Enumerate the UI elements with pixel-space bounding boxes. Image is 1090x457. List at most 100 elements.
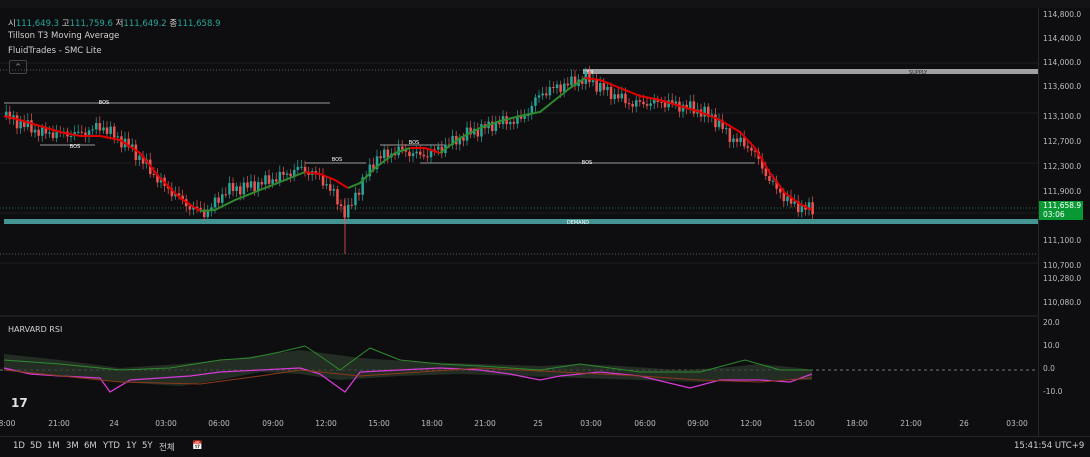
candle-body: [588, 71, 591, 83]
candle-body: [347, 204, 350, 218]
candle-body: [253, 181, 256, 192]
candle-body: [217, 197, 220, 203]
candle-body: [606, 86, 609, 91]
candle-body: [415, 151, 418, 154]
chart-area[interactable]: SUPPLY POI DEMAND BOS BOS BOS BOS BOS: [0, 8, 1038, 436]
price-axis-label: 113,600.0: [1043, 82, 1082, 91]
price-axis-label: 111,100.0: [1043, 236, 1082, 245]
candle-body: [271, 179, 274, 184]
candle-body: [199, 208, 202, 210]
bos-label: BOS: [582, 160, 592, 166]
candle-body: [437, 146, 440, 150]
rsi-title[interactable]: HARVARD RSI: [8, 325, 62, 334]
candle-body: [357, 192, 361, 195]
candle-body: [329, 184, 332, 191]
bos-lines: [4, 102, 755, 164]
clock[interactable]: 15:41:54 UTC+9: [1014, 441, 1084, 451]
candle-body: [595, 80, 598, 92]
candle-body: [627, 103, 631, 105]
candle-body: [631, 103, 634, 107]
time-axis-label: 18:00: [846, 419, 868, 428]
candle-body: [109, 126, 112, 134]
supply-label: SUPPLY: [909, 70, 928, 76]
range-button-1m[interactable]: 1M: [47, 441, 60, 451]
range-button-5y[interactable]: 5Y: [142, 441, 153, 451]
candle-body: [242, 182, 246, 195]
candle-body: [134, 144, 138, 160]
candle-body: [523, 116, 526, 119]
candle-body: [494, 122, 498, 132]
candle-body: [401, 146, 404, 150]
tradingview-logo-icon[interactable]: 17: [11, 396, 28, 410]
price-axis-label: 114,400.0: [1043, 34, 1082, 43]
collapse-legend-button[interactable]: ^: [9, 60, 27, 74]
candle-body: [116, 136, 120, 138]
price-axis-label: 110,280.0: [1043, 274, 1082, 283]
candle-body: [566, 83, 570, 86]
candle-body: [77, 131, 80, 133]
candle-body: [383, 149, 386, 159]
candle-body: [768, 175, 771, 182]
time-axis-label: 03:00: [580, 419, 602, 428]
time-axis-label: 15:00: [368, 419, 390, 428]
demand-label: DEMAND: [567, 220, 589, 226]
current-price-value: 111,658.9: [1043, 201, 1082, 210]
t3-line-down-3: [410, 147, 441, 154]
range-button-전체[interactable]: 전체: [159, 441, 175, 453]
indicator-tillson-t3[interactable]: Tillson T3 Moving Average: [8, 31, 119, 41]
price-axis-label: 112,300.0: [1043, 162, 1082, 171]
candle-body: [732, 138, 735, 142]
candle-body: [105, 127, 109, 134]
ohlc-high-key: 고: [61, 19, 70, 29]
range-button-1d[interactable]: 1D: [13, 441, 25, 451]
time-axis-label: 06:00: [208, 419, 230, 428]
candle-body: [339, 204, 343, 207]
rsi-axis-label: 0.0: [1043, 364, 1055, 373]
time-axis-label: 24: [109, 419, 119, 428]
indicator-fluidtrades-smc[interactable]: FluidTrades - SMC Lite: [8, 46, 102, 56]
bos-label: BOS: [409, 140, 419, 146]
candle-body: [102, 127, 105, 131]
price-chart[interactable]: SUPPLY POI DEMAND BOS BOS BOS BOS BOS: [0, 8, 1038, 436]
candle-body: [33, 129, 37, 133]
candle-body: [692, 101, 696, 114]
candle-body: [426, 156, 429, 158]
candle-body: [728, 128, 732, 142]
time-axis-label: 09:00: [262, 419, 284, 428]
candle-body: [509, 121, 512, 125]
price-axis-label: 111,900.0: [1043, 187, 1082, 196]
range-button-5d[interactable]: 5D: [30, 441, 42, 451]
candle-body: [30, 120, 33, 133]
candle-body: [260, 182, 264, 185]
candle-body: [739, 137, 742, 142]
range-button-1y[interactable]: 1Y: [126, 441, 137, 451]
candle-body: [620, 93, 624, 99]
range-button-ytd[interactable]: YTD: [103, 441, 120, 451]
bos-label: BOS: [70, 144, 80, 150]
candle-body: [235, 186, 238, 191]
candle-body: [282, 171, 285, 175]
time-axis-label: 03:00: [155, 419, 177, 428]
candles: [5, 65, 814, 254]
ohlc-close-value: 111,658.9: [177, 19, 221, 29]
time-axis-label: 18:00: [421, 419, 443, 428]
range-button-6m[interactable]: 6M: [84, 441, 97, 451]
date-range-icon[interactable]: 📅: [192, 441, 203, 451]
candle-body: [422, 154, 426, 157]
candle-body: [642, 101, 645, 105]
candle-body: [764, 168, 768, 176]
candle-body: [91, 129, 94, 131]
range-button-3m[interactable]: 3M: [66, 441, 79, 451]
candle-body: [296, 166, 300, 170]
candle-body: [336, 189, 339, 205]
time-axis-label: 21:00: [474, 419, 496, 428]
bos-label: BOS: [332, 157, 342, 163]
candle-body: [638, 100, 642, 102]
price-axis-label: 112,700.0: [1043, 137, 1082, 146]
candle-body: [267, 175, 271, 184]
bos-label: BOS: [99, 100, 109, 106]
candle-body: [602, 83, 606, 91]
candle-body: [289, 173, 292, 177]
time-axis-label: 21:00: [900, 419, 922, 428]
candle-body: [663, 102, 667, 108]
